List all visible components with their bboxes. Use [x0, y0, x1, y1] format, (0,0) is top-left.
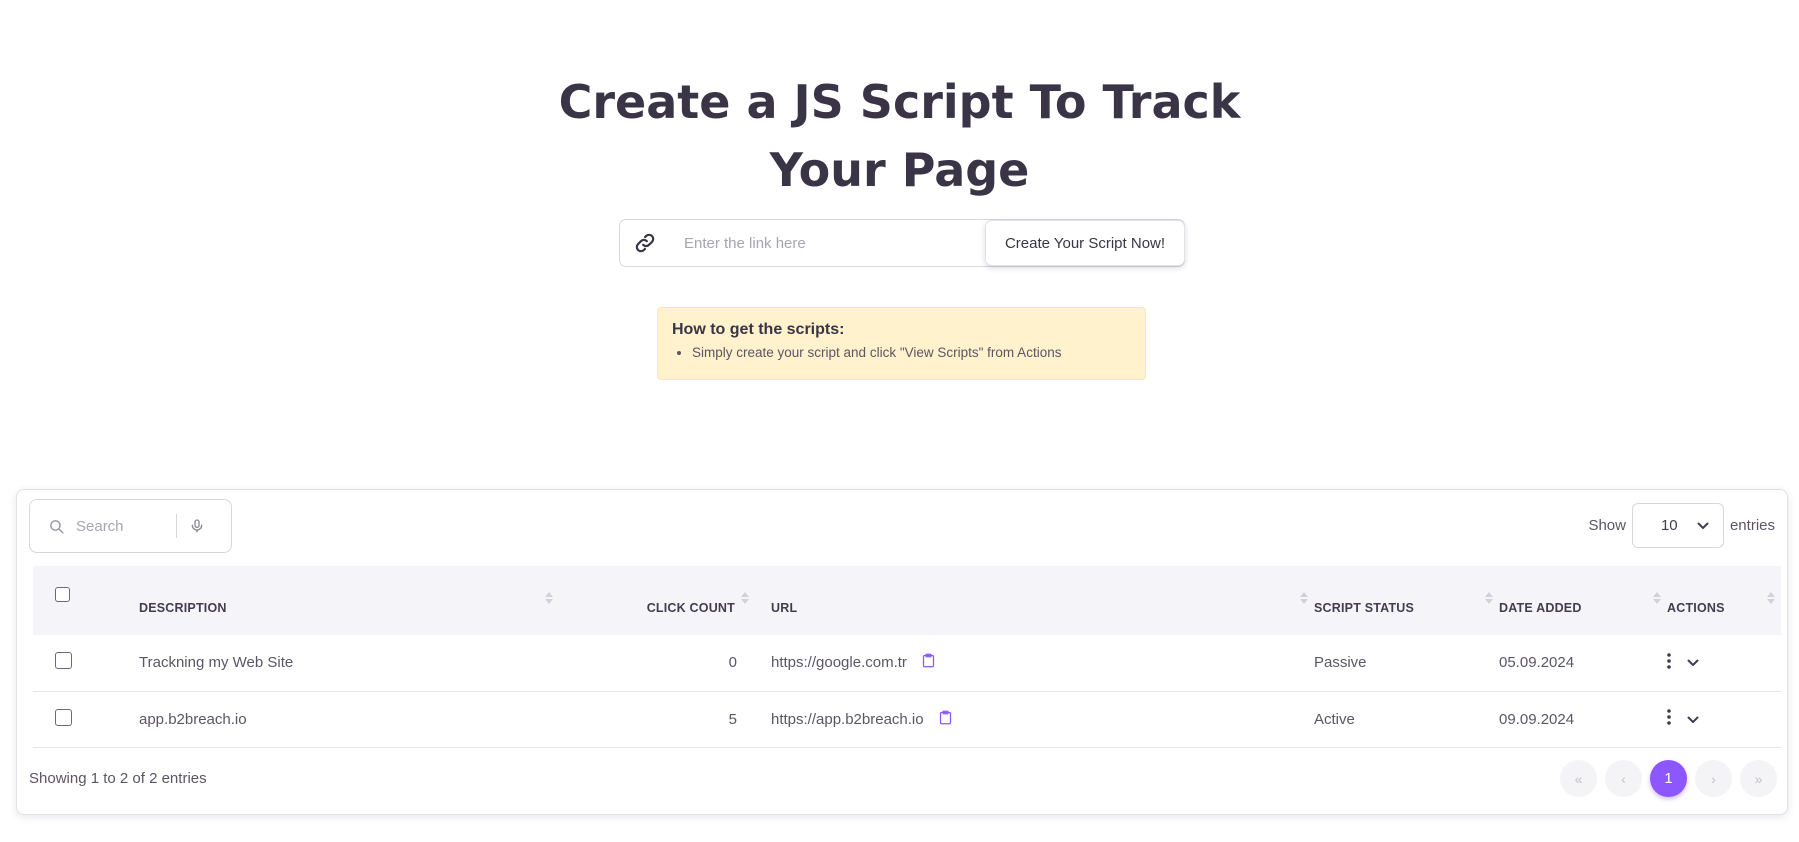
page-title: Create a JS Script To Track Your Page — [0, 68, 1799, 204]
table-header-row: Description Click Count URL Script Statu… — [33, 566, 1781, 635]
select-all-cell — [33, 566, 139, 635]
entries-value: 10 — [1660, 516, 1678, 534]
chevron-down-icon — [1697, 517, 1709, 534]
page-title-line-2: Your Page — [769, 143, 1030, 197]
row-checkbox[interactable] — [55, 652, 72, 670]
cell-status: Active — [1314, 710, 1355, 728]
cell-click-count: 0 — [728, 654, 737, 672]
sort-icon — [1300, 592, 1308, 604]
select-all-checkbox[interactable] — [55, 587, 70, 602]
cell-description: app.b2breach.io — [139, 710, 247, 728]
entries-summary: Showing 1 to 2 of 2 entries — [29, 770, 207, 787]
row-select-cell — [33, 635, 139, 691]
search-icon — [30, 518, 76, 535]
page-title-line-1: Create a JS Script To Track — [558, 75, 1241, 129]
column-date-added[interactable]: Date Added — [1499, 566, 1667, 635]
scripts-table-card: Show 10 entries Description Click Count … — [16, 489, 1788, 815]
search-box — [29, 499, 232, 553]
cell-actions — [1667, 691, 1781, 747]
column-click-count[interactable]: Click Count — [559, 566, 749, 635]
search-input[interactable] — [76, 517, 176, 535]
link-form: Create Your Script Now! — [619, 219, 1185, 267]
row-checkbox[interactable] — [55, 708, 72, 726]
chevron-down-icon[interactable] — [1687, 654, 1699, 671]
info-box: How to get the scripts: Simply create yo… — [657, 307, 1146, 380]
microphone-icon[interactable] — [177, 517, 217, 535]
pagination: « ‹ 1 › » — [1560, 760, 1777, 797]
entries-select[interactable]: 10 — [1631, 502, 1724, 548]
page-1-button[interactable]: 1 — [1650, 760, 1687, 797]
info-title: How to get the scripts: — [672, 321, 845, 338]
column-actions[interactable]: Actions — [1667, 566, 1781, 635]
clipboard-icon[interactable] — [921, 652, 936, 673]
first-page-button[interactable]: « — [1560, 760, 1597, 797]
cell-date: 09.09.2024 — [1499, 710, 1575, 728]
cell-status: Passive — [1314, 654, 1367, 672]
info-list: Simply create your script and click "Vie… — [692, 345, 1131, 360]
row-select-cell — [33, 691, 139, 747]
scripts-table: Description Click Count URL Script Statu… — [33, 566, 1781, 748]
table-row: Trackning my Web Site 0 https://google.c… — [33, 635, 1781, 691]
next-page-button[interactable]: › — [1695, 760, 1732, 797]
link-input[interactable] — [670, 220, 985, 266]
info-list-item: Simply create your script and click "Vie… — [692, 345, 1131, 360]
cell-description: Trackning my Web Site — [139, 654, 294, 672]
chevron-down-icon[interactable] — [1687, 711, 1699, 728]
more-vertical-icon[interactable] — [1667, 652, 1671, 673]
sort-icon — [545, 592, 553, 604]
show-label: Show — [1588, 516, 1626, 534]
sort-icon — [741, 592, 749, 604]
url-text: https://google.com.tr — [771, 654, 907, 672]
sort-icon — [1653, 592, 1661, 604]
more-vertical-icon[interactable] — [1667, 709, 1671, 729]
cell-url: https://google.com.tr — [749, 635, 1314, 691]
url-text: https://app.b2breach.io — [771, 710, 924, 728]
cell-actions — [1667, 635, 1781, 691]
link-icon — [620, 220, 670, 266]
sort-icon — [1767, 592, 1775, 604]
cell-date: 05.09.2024 — [1499, 654, 1575, 672]
entries-label: entries — [1729, 516, 1775, 534]
cell-click-count: 5 — [728, 710, 737, 728]
column-script-status[interactable]: Script Status — [1314, 566, 1499, 635]
column-description[interactable]: Description — [139, 566, 559, 635]
sort-icon — [1485, 592, 1493, 604]
table-row: app.b2breach.io 5 https://app.b2breach.i… — [33, 691, 1781, 747]
show-entries: Show 10 entries — [1588, 502, 1775, 548]
clipboard-icon[interactable] — [938, 709, 953, 730]
create-script-button[interactable]: Create Your Script Now! — [985, 220, 1185, 266]
previous-page-button[interactable]: ‹ — [1605, 760, 1642, 797]
cell-url: https://app.b2breach.io — [749, 691, 1314, 747]
column-url[interactable]: URL — [749, 566, 1314, 635]
last-page-button[interactable]: » — [1740, 760, 1777, 797]
